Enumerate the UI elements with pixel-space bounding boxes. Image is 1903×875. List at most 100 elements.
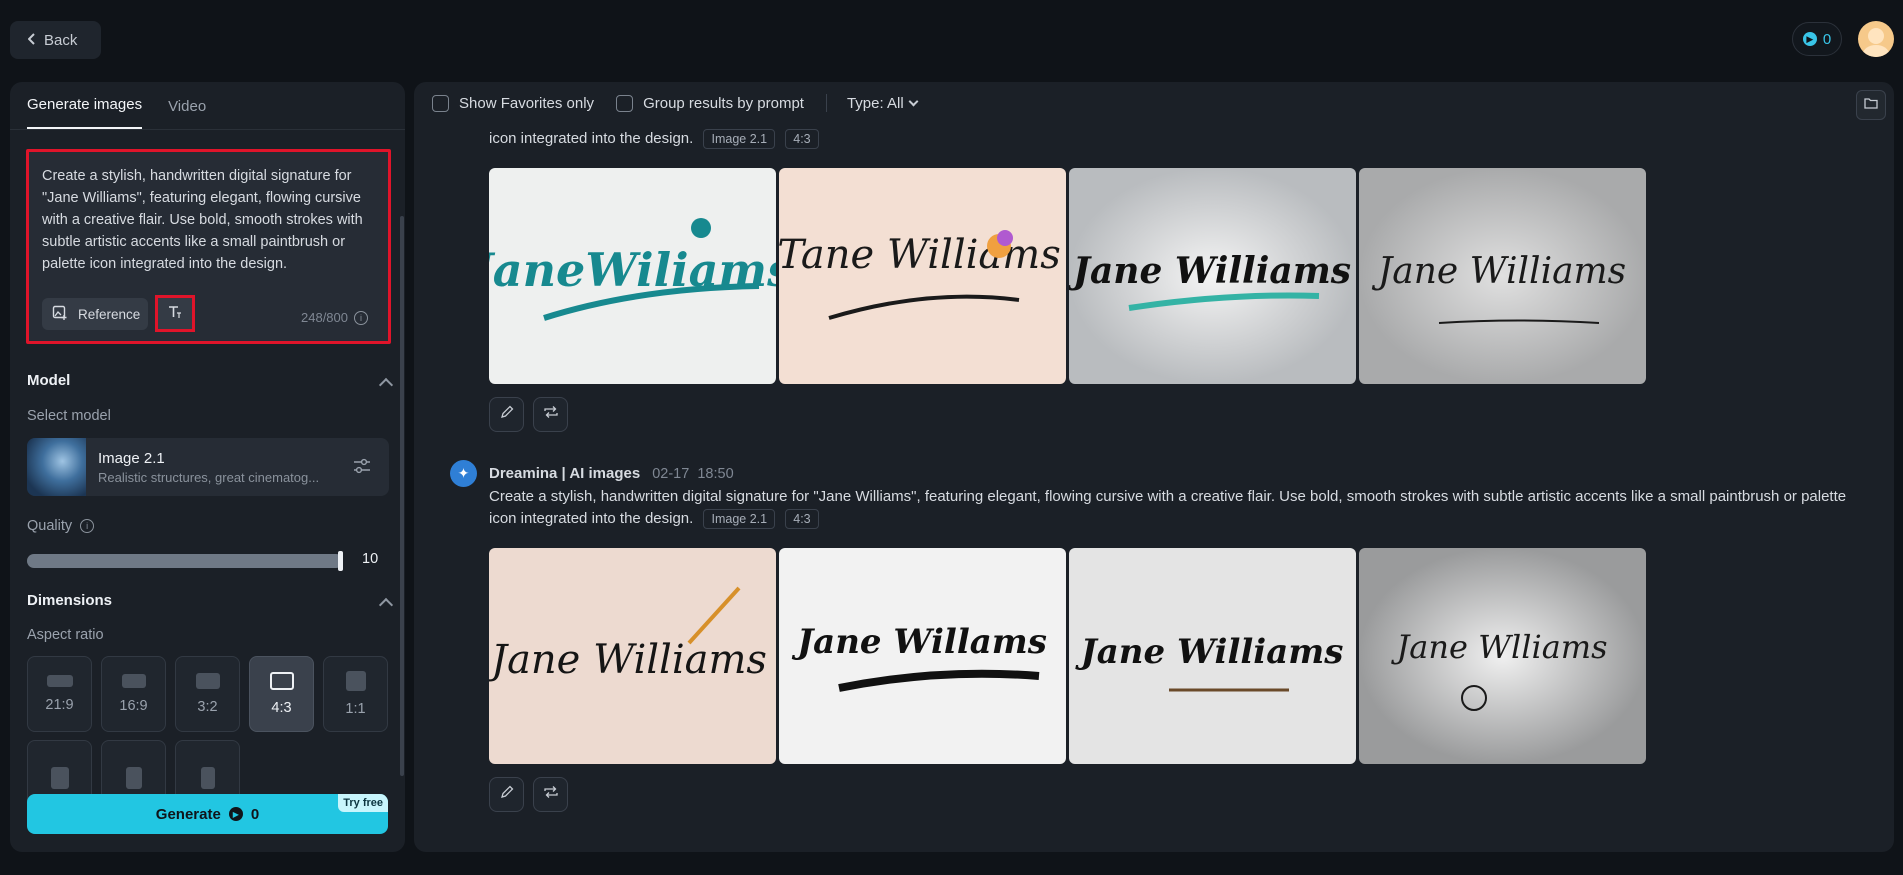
chevron-up-icon[interactable] <box>378 597 394 613</box>
regenerate-button[interactable] <box>533 397 568 432</box>
model-selector[interactable]: Image 2.1 Realistic structures, great ci… <box>27 438 389 496</box>
checkbox-box <box>616 94 634 112</box>
group-results-label: Group results by prompt <box>643 94 804 112</box>
char-count-text: 248/800 <box>301 310 348 325</box>
info-icon[interactable]: i <box>354 310 368 325</box>
ratio-label: 1:1 <box>345 701 366 717</box>
ratio-label: 3:2 <box>197 699 218 715</box>
ratio-shape-icon <box>125 767 142 789</box>
quality-slider[interactable] <box>27 554 343 568</box>
ratio-option-21-9[interactable]: 21:9 <box>27 656 92 732</box>
divider <box>825 94 827 112</box>
folder-button[interactable] <box>1856 90 1886 120</box>
ratio-label: 4:3 <box>271 700 292 716</box>
avatar[interactable] <box>1858 21 1894 57</box>
signature-text: Jane Williams <box>1371 251 1626 292</box>
prompt-box: Create a stylish, handwritten digital si… <box>26 149 391 344</box>
edit-button[interactable] <box>489 397 524 432</box>
repeat-icon <box>543 785 559 804</box>
model-tag: Image 2.1 <box>703 129 776 149</box>
checkbox-box <box>432 94 449 112</box>
generated-image[interactable]: Jane Williams <box>1069 548 1356 764</box>
text-format-button[interactable] <box>155 295 195 332</box>
ratio-shape-icon <box>46 675 73 687</box>
prompt-summary: icon integrated into the design. Image 2… <box>489 128 1889 150</box>
prompt-text-line2: icon integrated into the design. <box>489 510 694 527</box>
ratio-shape-icon <box>195 673 220 689</box>
text-size-icon <box>167 304 183 323</box>
mode-tabs: Generate images Video <box>10 82 405 130</box>
type-filter-dropdown[interactable]: Type: All <box>847 95 919 112</box>
generate-label: Generate <box>155 805 221 823</box>
quality-slider-handle[interactable] <box>338 551 343 571</box>
model-description: Realistic structures, great cinematog... <box>98 469 320 485</box>
prompt-input[interactable]: Create a stylish, handwritten digital si… <box>29 152 388 280</box>
signature-text: Tane Williams <box>779 232 1061 278</box>
generated-image[interactable]: Jane Willams <box>779 548 1066 764</box>
author-name: Dreamina | AI images <box>489 465 641 482</box>
reference-label: Reference <box>78 306 141 322</box>
filter-bar: Show Favorites only Group results by pro… <box>432 94 919 112</box>
result-time: 18:50 <box>697 465 734 482</box>
generation-panel: Generate images Video Create a stylish, … <box>10 82 405 852</box>
dimensions-section-title: Dimensions <box>27 592 113 609</box>
signature-text: Jane Williams <box>489 637 767 683</box>
dreamina-logo-icon: ✦ <box>450 460 477 487</box>
try-free-badge: Try free <box>338 794 388 812</box>
ratio-option-3-2[interactable]: 3:2 <box>175 656 240 732</box>
char-counter: 248/800 i <box>301 310 368 325</box>
folder-icon <box>1864 96 1878 114</box>
pencil-icon <box>500 785 514 804</box>
generated-image[interactable]: Jane Wlliams <box>1359 548 1646 764</box>
show-favorites-checkbox[interactable]: Show Favorites only <box>432 94 595 112</box>
signature-text: Jane Williams <box>1069 250 1351 292</box>
panel-scrollbar[interactable] <box>400 216 404 776</box>
image-row: JaneWiliams Tane Williams Jane Williams <box>489 168 1646 384</box>
ratio-label: 21:9 <box>45 697 74 713</box>
model-section-title: Model <box>27 372 71 389</box>
credit-coin-icon: ▶ <box>1802 32 1817 46</box>
tab-generate-images[interactable]: Generate images <box>27 96 143 129</box>
image-actions <box>489 777 568 812</box>
signature-text: Jane Wlliams <box>1390 628 1607 666</box>
ratio-tag: 4:3 <box>785 509 819 529</box>
ratio-shape-icon <box>200 767 215 789</box>
repeat-icon <box>543 405 559 424</box>
credits-badge[interactable]: ▶ 0 <box>1792 22 1842 56</box>
back-label: Back <box>44 31 78 49</box>
image-reference-icon <box>52 305 68 324</box>
credits-count: 0 <box>1822 30 1832 48</box>
generated-image[interactable]: Jane Williams <box>1359 168 1646 384</box>
sliders-icon[interactable] <box>353 458 371 474</box>
results-panel: Show Favorites only Group results by pro… <box>414 82 1894 852</box>
generate-button[interactable]: Generate ▶ 0 Try free <box>27 794 388 834</box>
ratio-shape-icon <box>345 671 366 691</box>
group-results-checkbox[interactable]: Group results by prompt <box>616 94 804 112</box>
generated-image[interactable]: Tane Williams <box>779 168 1066 384</box>
chevron-up-icon[interactable] <box>378 377 394 393</box>
generated-image[interactable]: Jane Williams <box>489 548 776 764</box>
ratio-option-4-3[interactable]: 4:3 <box>249 656 314 732</box>
credit-coin-icon: ▶ <box>228 807 243 821</box>
model-thumbnail <box>27 438 86 496</box>
regenerate-button[interactable] <box>533 777 568 812</box>
prompt-text: icon integrated into the design. <box>489 130 694 147</box>
model-name: Image 2.1 <box>98 449 165 467</box>
image-row: Jane Williams Jane Willams Jane Williams <box>489 548 1646 764</box>
reference-button[interactable]: Reference <box>42 298 148 330</box>
generated-image[interactable]: JaneWiliams <box>489 168 776 384</box>
ratio-option-1-1[interactable]: 1:1 <box>323 656 388 732</box>
tab-video[interactable]: Video <box>168 98 206 129</box>
select-model-label: Select model <box>27 408 111 424</box>
prompt-text-line1: Create a stylish, handwritten digital si… <box>489 488 1847 505</box>
generated-image[interactable]: Jane Williams <box>1069 168 1356 384</box>
info-icon[interactable]: i <box>80 519 95 533</box>
edit-button[interactable] <box>489 777 524 812</box>
ratio-option-16-9[interactable]: 16:9 <box>101 656 166 732</box>
result-date: 02-17 <box>652 465 690 482</box>
show-favorites-label: Show Favorites only <box>459 94 595 112</box>
signature-text: Jane Williams <box>1075 632 1344 672</box>
back-button[interactable]: Back <box>10 21 101 59</box>
signature-text: Jane Willams <box>791 622 1047 662</box>
chevron-down-icon <box>908 96 919 106</box>
